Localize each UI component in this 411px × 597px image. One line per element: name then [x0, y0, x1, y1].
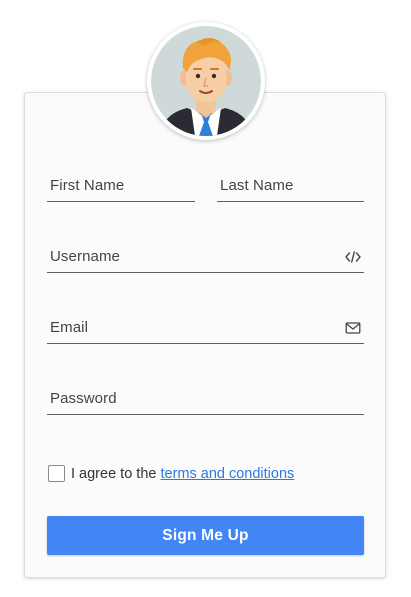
avatar: [147, 22, 265, 140]
username-field[interactable]: Username: [47, 241, 364, 273]
last-name-label: Last Name: [220, 177, 294, 194]
username-label: Username: [50, 248, 120, 265]
agree-text: I agree to the terms and conditions: [71, 465, 294, 483]
terms-link[interactable]: terms and conditions: [160, 466, 294, 482]
email-field[interactable]: Email: [47, 312, 364, 344]
password-field[interactable]: Password: [47, 383, 364, 415]
last-name-field[interactable]: Last Name: [217, 170, 364, 202]
signup-page: First Name Last Name Username Email Pass…: [0, 0, 411, 597]
envelope-icon: [345, 322, 361, 334]
first-name-label: First Name: [50, 177, 125, 194]
code-icon: [345, 251, 361, 263]
agree-checkbox[interactable]: [48, 465, 65, 482]
first-name-field[interactable]: First Name: [47, 170, 195, 202]
password-label: Password: [50, 390, 117, 407]
user-avatar-icon: [151, 26, 261, 136]
email-label: Email: [50, 319, 89, 336]
agree-prefix: I agree to the: [71, 466, 161, 482]
sign-up-button[interactable]: Sign Me Up: [47, 516, 364, 555]
